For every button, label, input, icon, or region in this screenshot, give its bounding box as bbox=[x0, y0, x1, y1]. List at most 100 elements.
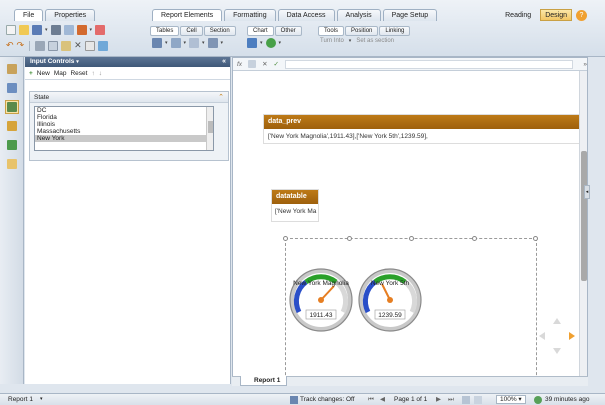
redo-icon[interactable]: ↷ bbox=[17, 40, 25, 51]
datatable-block[interactable]: datatable ['New York Ma bbox=[271, 189, 319, 222]
filter-button[interactable] bbox=[5, 119, 19, 133]
list-item[interactable]: Florida bbox=[35, 114, 213, 121]
resize-handle[interactable] bbox=[283, 236, 288, 241]
section-icon[interactable] bbox=[207, 38, 218, 48]
move-down-icon[interactable]: ↓ bbox=[99, 70, 102, 77]
chevron-down-icon[interactable]: ▾ bbox=[184, 40, 187, 46]
design-mode-button[interactable]: Design bbox=[540, 9, 572, 21]
tab-page-setup[interactable]: Page Setup bbox=[382, 9, 438, 21]
subtab-tools[interactable]: Tools bbox=[318, 26, 345, 36]
subtab-tables[interactable]: Tables bbox=[150, 26, 180, 36]
set-as-section-button[interactable]: Set as section bbox=[354, 38, 396, 44]
tab-analysis[interactable]: Analysis bbox=[336, 9, 381, 21]
export-icon[interactable] bbox=[76, 25, 87, 35]
subtab-position[interactable]: Position bbox=[345, 26, 379, 36]
track-changes-status[interactable]: Track changes: Off bbox=[300, 394, 355, 405]
chevron-down-icon[interactable]: ▾ bbox=[202, 40, 205, 46]
chevron-down-icon[interactable]: ▾ bbox=[90, 27, 93, 33]
tab-data-access[interactable]: Data Access bbox=[277, 9, 335, 21]
subtab-linking[interactable]: Linking bbox=[379, 26, 411, 36]
collapse-up-icon[interactable]: ⌃ bbox=[218, 92, 224, 103]
turn-into-button[interactable]: Turn Into bbox=[318, 38, 346, 44]
move-up-icon[interactable]: ↑ bbox=[91, 70, 94, 77]
chevron-down-icon[interactable]: ▾ bbox=[76, 59, 79, 65]
status-report[interactable]: Report 1 bbox=[8, 394, 33, 405]
data-prev-block[interactable]: data_prev ['New York Magnolia',1911.43],… bbox=[263, 114, 583, 144]
fit-page-icon[interactable] bbox=[462, 396, 470, 404]
paste-icon[interactable] bbox=[61, 40, 72, 51]
expand-icon[interactable]: » bbox=[583, 61, 587, 68]
report-tab[interactable]: Report 1 bbox=[240, 376, 288, 386]
stop-icon[interactable] bbox=[95, 25, 106, 35]
list-item[interactable]: DC bbox=[35, 107, 213, 114]
reading-mode-button[interactable]: Reading bbox=[500, 9, 536, 21]
report-manager-button[interactable] bbox=[5, 62, 19, 76]
preview-icon[interactable] bbox=[63, 25, 74, 35]
collapse-icon[interactable]: « bbox=[222, 57, 226, 67]
globe-icon[interactable] bbox=[265, 38, 276, 48]
cancel-formula-icon[interactable]: ✕ bbox=[262, 60, 267, 68]
listbox-scrollbar[interactable] bbox=[206, 107, 213, 150]
first-page-icon[interactable]: ⏮ bbox=[368, 394, 374, 405]
resize-handle[interactable] bbox=[533, 236, 538, 241]
new-doc-icon[interactable] bbox=[6, 25, 16, 35]
zoom-select[interactable]: 100% ▾ bbox=[496, 395, 526, 404]
notes-button[interactable] bbox=[5, 157, 19, 171]
chevron-down-icon[interactable]: ▾ bbox=[260, 40, 263, 46]
plus-icon[interactable]: + bbox=[29, 70, 33, 77]
formula-editor-icon[interactable] bbox=[248, 60, 257, 68]
chevron-down-icon[interactable]: ▾ bbox=[40, 394, 43, 405]
prev-page-icon[interactable]: ◀ bbox=[380, 394, 385, 405]
pan-arrows-icon[interactable] bbox=[537, 316, 577, 356]
subtab-section[interactable]: Section bbox=[203, 26, 236, 36]
chevron-down-icon[interactable]: ▾ bbox=[221, 40, 224, 46]
copy-icon[interactable] bbox=[48, 40, 59, 51]
gauge-chart-frame[interactable]: 1911.43 New York Magnolia 1239.59 New Yo… bbox=[283, 236, 538, 385]
refresh-icon[interactable] bbox=[97, 40, 108, 51]
subtab-other[interactable]: Other bbox=[274, 26, 302, 36]
next-page-icon[interactable]: ▶ bbox=[436, 394, 441, 405]
tab-properties[interactable]: Properties bbox=[45, 9, 96, 21]
canvas-scrollbar[interactable] bbox=[579, 71, 587, 385]
undo-icon[interactable]: ↶ bbox=[6, 40, 14, 51]
styles-button[interactable] bbox=[5, 138, 19, 152]
formula-input[interactable] bbox=[284, 59, 574, 69]
chevron-down-icon[interactable]: ▾ bbox=[45, 27, 48, 33]
subtab-cell[interactable]: Cell bbox=[180, 26, 203, 36]
state-listbox[interactable]: DC Florida Illinois Massachusetts New Yo… bbox=[34, 106, 214, 151]
print-icon[interactable] bbox=[50, 25, 61, 35]
scrollbar-thumb[interactable] bbox=[581, 151, 587, 281]
cut-icon[interactable] bbox=[35, 40, 46, 51]
open-folder-icon[interactable] bbox=[19, 25, 29, 35]
map-button[interactable]: Map bbox=[54, 70, 67, 77]
last-page-icon[interactable]: ⏭ bbox=[448, 394, 454, 405]
tab-formatting[interactable]: Formatting bbox=[224, 9, 276, 21]
format-painter-icon[interactable] bbox=[84, 40, 95, 51]
form-icon[interactable] bbox=[189, 38, 200, 48]
tab-report-elements[interactable]: Report Elements bbox=[152, 9, 223, 21]
help-icon[interactable]: ? bbox=[576, 9, 587, 21]
new-button[interactable]: New bbox=[37, 70, 50, 77]
chevron-down-icon[interactable]: ▾ bbox=[279, 40, 282, 46]
expand-right-panel-icon[interactable]: ◂ bbox=[584, 185, 590, 199]
resize-handle[interactable] bbox=[409, 236, 414, 241]
subtab-chart[interactable]: Chart bbox=[247, 26, 274, 36]
resize-handle[interactable] bbox=[347, 236, 352, 241]
scrollbar-thumb[interactable] bbox=[208, 121, 213, 133]
reset-button[interactable]: Reset bbox=[70, 70, 87, 77]
delete-icon[interactable]: ✕ bbox=[74, 40, 82, 51]
bar-chart-icon[interactable] bbox=[247, 38, 257, 48]
list-item[interactable]: Massachusetts bbox=[35, 128, 213, 135]
chevron-down-icon[interactable]: ▾ bbox=[349, 38, 352, 44]
data-tree-button[interactable] bbox=[5, 81, 19, 95]
list-item-selected[interactable]: New York bbox=[35, 135, 213, 142]
resize-handle[interactable] bbox=[472, 236, 477, 241]
state-control-header[interactable]: State ⌃ bbox=[30, 92, 228, 103]
table-icon[interactable] bbox=[152, 38, 162, 48]
crosstab-icon[interactable] bbox=[170, 38, 181, 48]
tab-file[interactable]: File bbox=[14, 9, 44, 21]
chevron-down-icon[interactable]: ▾ bbox=[165, 40, 168, 46]
save-icon[interactable] bbox=[32, 25, 42, 35]
input-controls-button[interactable] bbox=[4, 100, 19, 114]
accept-formula-icon[interactable]: ✓ bbox=[274, 60, 279, 68]
